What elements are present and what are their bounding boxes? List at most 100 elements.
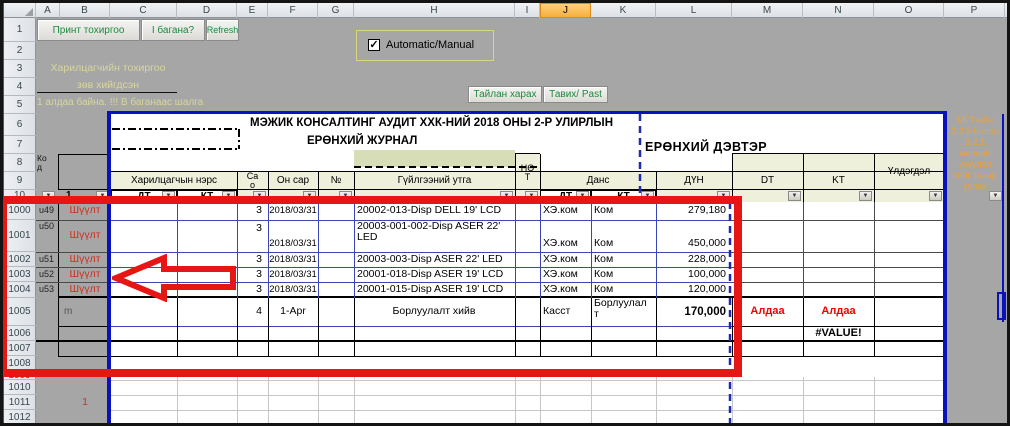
cell-dt-1004[interactable]: ХЭ.ком (540, 282, 590, 297)
refresh-button[interactable]: Refresh (206, 19, 239, 41)
cell-code-1003[interactable]: u52 (36, 267, 58, 282)
cell-kt-1005[interactable]: Борлуулалт (591, 298, 651, 326)
header-code[interactable]: Ко д (37, 154, 58, 174)
col-H[interactable]: H (354, 3, 515, 18)
column-check-button[interactable]: I багана? (141, 19, 205, 41)
header-description[interactable]: Гүйлгээний утга (354, 172, 515, 190)
cell-b-1005[interactable]: m (64, 298, 104, 326)
green-cell[interactable] (354, 150, 515, 167)
cell-amount-1003[interactable]: 100,000 (656, 267, 731, 282)
select-all-corner[interactable] (3, 3, 36, 18)
cell-month-1004[interactable]: 3 (237, 282, 267, 297)
cell-amount-1004[interactable]: 120,000 (656, 282, 731, 297)
col-K[interactable]: K (591, 3, 656, 18)
cell-month-1001[interactable]: 3 (237, 223, 267, 237)
cell-desc-1001[interactable]: 20003-001-002-Disp ASER 22' LED (354, 221, 509, 251)
row-5[interactable]: 5 (3, 96, 36, 114)
col-A[interactable]: A (36, 3, 60, 18)
col-E[interactable]: E (237, 3, 268, 18)
row-7[interactable]: 7 (3, 136, 36, 154)
cell-code-1004[interactable]: u53 (36, 282, 58, 297)
cell-desc-1003[interactable]: 20001-018-Disp ASER 19' LCD (354, 267, 514, 282)
cell-dt-1000[interactable]: ХЭ.ком (540, 202, 590, 220)
cell-value-error-1006[interactable]: #VALUE! (803, 326, 874, 341)
header-gl-dt[interactable]: DT (732, 172, 803, 190)
col-D[interactable]: D (177, 3, 237, 18)
row-8[interactable]: 8 (3, 154, 36, 172)
col-I[interactable]: I (515, 3, 540, 18)
header-period[interactable]: Он сар (268, 172, 318, 190)
cell-dt-1002[interactable]: ХЭ.ком (540, 252, 590, 267)
view-report-button[interactable]: Тайлан харах (468, 86, 542, 103)
cell-kt-error-1005[interactable]: Алдаа (803, 298, 874, 326)
cell-month-1002[interactable]: 3 (237, 252, 267, 267)
col-L[interactable]: L (656, 3, 732, 18)
row-1003[interactable]: 1003 (3, 267, 36, 282)
dropdown-icon-p[interactable]: ▼ (989, 191, 1002, 201)
paste-button[interactable]: Тавих/ Past (543, 86, 608, 103)
row-1010[interactable]: 1010 (3, 380, 36, 395)
cell-filter-1003[interactable]: Шүүлт (60, 267, 110, 282)
cell-code-1001[interactable]: u50 (36, 222, 58, 236)
automatic-manual-checkbox[interactable]: ✓ (368, 39, 380, 51)
cell-amount-1000[interactable]: 279,180 (656, 202, 731, 220)
print-settings-button[interactable]: Принт тохиргоо (37, 19, 140, 41)
col-O[interactable]: O (874, 3, 944, 18)
cell-kt-1003[interactable]: Ком (591, 267, 655, 282)
row-1002[interactable]: 1002 (3, 252, 36, 267)
dropdown-icon-n[interactable]: ▼ (859, 191, 872, 201)
header-partner[interactable]: Харилцагчын нэрс (111, 172, 237, 190)
cell-kt-1000[interactable]: Ком (591, 202, 655, 220)
dropdown-icon-m[interactable]: ▼ (788, 191, 801, 201)
cell-filter-1000[interactable]: Шүүлт (60, 202, 110, 220)
row-1006[interactable]: 1006 (3, 326, 36, 341)
row-3[interactable]: 3 (3, 60, 36, 78)
row-1004[interactable]: 1004 (3, 282, 36, 298)
cell-date-1000[interactable]: 2018/03/31 (268, 202, 318, 220)
col-B[interactable]: B (60, 3, 110, 18)
row-9[interactable]: 9 (3, 172, 36, 190)
row-1000[interactable]: 1000 (3, 202, 36, 220)
cell-date-1005[interactable]: 1-Apr (268, 298, 318, 326)
cell-month-1000[interactable]: 3 (237, 202, 267, 220)
header-vat[interactable]: НӨ Т (515, 158, 540, 188)
col-J-selected[interactable]: J (540, 3, 591, 18)
cell-flag-1011[interactable]: 1 (60, 395, 110, 410)
cell-dt-1005[interactable]: Касст (540, 298, 590, 326)
cell-dt-1001[interactable]: ХЭ.ком (540, 236, 590, 251)
row-1[interactable]: 1 (3, 18, 36, 42)
cell-dt-error-1005[interactable]: Алдаа (732, 298, 803, 326)
row-1007[interactable]: 1007 (3, 341, 36, 356)
col-M[interactable]: M (732, 3, 803, 18)
cell-date-1003[interactable]: 2018/03/31 (268, 267, 318, 282)
cell-date-1001[interactable]: 2018/03/31 (268, 236, 318, 251)
col-F[interactable]: F (268, 3, 318, 18)
cell-desc-1002[interactable]: 20003-003-Disp ASER 22' LED (354, 252, 514, 267)
row-1001[interactable]: 1001 (3, 220, 36, 252)
cell-desc-1005[interactable]: Борлуулалт хийв (354, 298, 514, 326)
cell-date-1004[interactable]: 2018/03/31 (268, 282, 318, 297)
cell-kt-1002[interactable]: Ком (591, 252, 655, 267)
col-P[interactable]: P (944, 3, 1005, 18)
header-total[interactable]: ДҮН (656, 172, 732, 190)
row-2[interactable]: 2 (3, 42, 36, 60)
col-C[interactable]: C (110, 3, 177, 18)
header-number[interactable]: № (318, 172, 354, 190)
cell-desc-1004[interactable]: 20001-015-Disp ASER 19' LCD (354, 282, 514, 297)
row-1011[interactable]: 1011 (3, 395, 36, 410)
cell-amount-1001[interactable]: 450,000 (656, 236, 731, 251)
cell-desc-1000[interactable]: 20002-013-Disp DELL 19' LCD (354, 202, 514, 220)
col-N[interactable]: N (803, 3, 874, 18)
cell-amount-1005[interactable]: 170,000 (656, 298, 731, 326)
cell-number-1005[interactable]: 4 (237, 298, 267, 326)
col-G[interactable]: G (318, 3, 354, 18)
header-account[interactable]: Данс (540, 172, 656, 190)
row-1012[interactable]: 1012 (3, 410, 36, 426)
row-1005[interactable]: 1005 (3, 298, 36, 326)
header-gl-kt[interactable]: KT (803, 172, 874, 190)
row-4[interactable]: 4 (3, 78, 36, 96)
cell-filter-1001[interactable]: Шүүлт (60, 220, 110, 252)
cell-kt-1001[interactable]: Ком (591, 236, 655, 251)
cell-filter-1004[interactable]: Шүүлт (60, 282, 110, 297)
cell-month-1003[interactable]: 3 (237, 267, 267, 282)
